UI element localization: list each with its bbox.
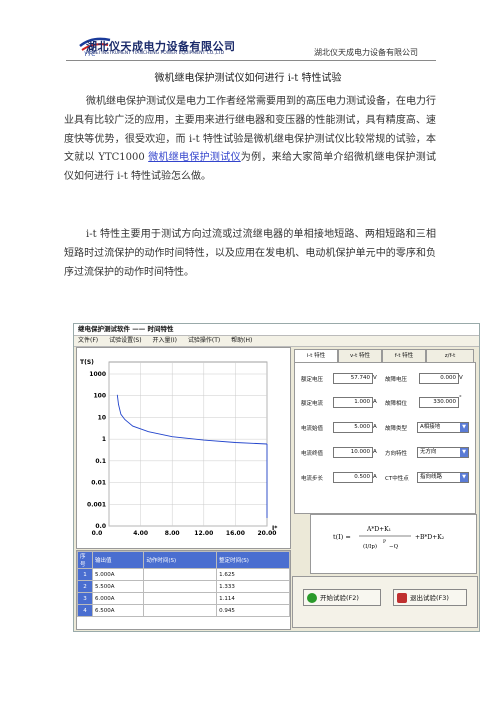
x-tick-label: 8.00 [165,530,180,537]
results-table: 序号 输出值 动作时间(S) 整定时间(S) 1 5.000A 1.625 2 5.5… [76,550,291,630]
formula-numerator: A*D+K₁ [366,526,391,533]
fault-angle-label: 故障相位 [385,401,408,407]
start-icon [307,593,317,603]
chevron-down-icon[interactable]: ▼ [460,423,468,432]
x-tick-label: 16.00 [226,530,245,537]
time-characteristic-chart: 1000 100 10 1 0.1 0.01 0.001 0.0 0.0 4.00 8.00 12.0… [76,347,291,549]
stop-icon [397,593,407,603]
formula-rhs: +B*D+K₂ [415,534,445,541]
x-axis-label: I* [272,525,278,532]
current-start-label: 电流始值 [301,426,324,432]
menu-file[interactable]: 文件(F) [78,337,98,344]
col-index: 序号 [77,551,93,569]
exit-test-label: 退出试验(F3) [410,594,449,602]
y-tick-label: 0.0 [95,523,106,530]
formula-den-base: (I/Ip) [363,543,377,550]
current-start-input[interactable]: 5.000 [333,422,373,433]
formula-den-tail: −Q [389,544,399,550]
direction-value: 无方向 [420,449,437,455]
current-step-unit: A [373,474,377,480]
y-tick-label: 1 [102,436,106,443]
product-link[interactable]: 微机继电保护测试仪 [148,152,241,163]
current-step-input[interactable]: 0.500 [333,472,373,483]
formula-box: t(I) = A*D+K₁ (I/Ip) P −Q +B*D+K₂ [310,514,477,574]
ct-polarity-value: 指向线路 [420,474,443,480]
y-tick-label: 0.01 [91,480,106,487]
fault-type-value: A相接地 [420,424,441,430]
x-tick-label: 0.0 [92,530,103,537]
rated-voltage-input[interactable]: 57.740 [333,373,373,384]
menu-test-settings[interactable]: 试验设置(S) [109,337,142,344]
paragraph-2-text: i-t 特性主要用于测试方向过流或过流继电器的单相接地短路、两相短路和三相短路时… [64,229,436,278]
fault-voltage-input[interactable]: 0.000 [419,373,459,384]
exit-test-button[interactable]: 退出试验(F3) [393,589,467,606]
col-action-time: 动作时间(S) [143,551,218,569]
parameter-panel: 额定电压 57.740 V 故障电压 0.000 V 额定电流 1.000 A … [294,362,476,514]
y-axis-label: T(S) [80,359,94,366]
chevron-down-icon[interactable]: ▼ [460,473,468,482]
formula-lhs: t(I) = [333,533,351,541]
current-end-label: 电流终值 [301,451,324,457]
y-tick-label: 1000 [89,371,106,378]
menu-binary-input[interactable]: 开入量(I) [152,337,176,344]
current-end-input[interactable]: 10.000 [333,447,373,458]
table-row[interactable]: 2 5.500A 1.333 [77,580,290,593]
x-tick-label: 12.00 [194,530,213,537]
y-tick-label: 10 [98,414,106,421]
software-screenshot: 继电保护测试软件 —— 时间特性 文件(F) 试验设置(S) 开入量(I) 试验… [73,323,480,632]
fault-voltage-label: 故障电压 [385,377,408,383]
header-right-text: 湖北仪天成电力设备有限公司 [314,48,418,57]
fault-type-label: 故障类型 [385,426,408,432]
ct-polarity-select[interactable]: 指向线路 ▼ [417,472,469,483]
formula-den-power: P [383,539,386,545]
rated-current-unit: A [373,399,377,405]
fault-angle-unit: ° [459,395,462,401]
current-step-label: 电流步长 [301,476,324,482]
paragraph-2: i-t 特性主要用于测试方向过流或过流继电器的单相接地短路、两相短路和三相短路时… [64,226,436,282]
window-title: 继电保护测试软件 —— 时间特性 [74,324,479,336]
direction-label: 方向特性 [385,451,408,457]
y-tick-label: 0.1 [95,458,106,465]
start-test-button[interactable]: 开始试验(F2) [303,589,381,606]
tab-v-t[interactable]: v-t 特性 [338,349,382,363]
rated-current-label: 额定电流 [301,401,324,407]
rated-voltage-unit: V [373,375,377,381]
table-row[interactable]: 4 6.500A 0.945 [77,604,290,617]
current-end-unit: A [373,449,377,455]
direction-select[interactable]: 无方向 ▼ [417,447,469,458]
table-header-row: 序号 输出值 动作时间(S) 整定时间(S) [77,551,290,569]
fault-angle-input[interactable]: 330.000 [419,397,459,408]
rated-current-input[interactable]: 1.000 [333,397,373,408]
y-tick-label: 100 [93,393,106,400]
fault-type-select[interactable]: A相接地 ▼ [417,422,469,433]
chevron-down-icon[interactable]: ▼ [460,448,468,457]
doc-title: 微机继电保护测试仪如何进行 i-t 特性试验 [154,73,342,84]
rated-voltage-label: 额定电压 [301,377,324,383]
paragraph-1: 微机继电保护测试仪是电力工作者经常需要用到的高压电力测试设备，在电力行业具有比较… [64,93,436,187]
tab-f-t[interactable]: f-t 特性 [382,349,426,363]
plot-area [108,361,268,527]
col-output: 输出值 [91,551,145,569]
tab-i-t[interactable]: i-t 特性 [294,349,338,362]
y-tick-label: 0.001 [87,501,106,508]
ct-polarity-label: CT中性点 [385,476,409,482]
table-row[interactable]: 3 6.000A 1.114 [77,592,290,605]
current-start-unit: A [373,424,377,430]
table-row[interactable]: 1 5.000A 1.625 [77,568,290,581]
menu-test-operation[interactable]: 试验操作(T) [188,337,220,344]
chart-svg: 1000 100 10 1 0.1 0.01 0.001 0.00.0 4.00 8.00 12.0… [80,359,278,537]
tab-z-f-t[interactable]: z/f-t [426,349,474,363]
fault-voltage-unit: V [459,375,463,381]
menu-help[interactable]: 帮助(H) [231,337,252,344]
company-name-en: HUBEI INSTRUMENT TIANCHENG POWER EQUIPME… [86,51,225,56]
button-area: 开始试验(F2) 退出试验(F3) [292,576,478,628]
formula-svg: t(I) = A*D+K₁ (I/Ip) P −Q +B*D+K₂ [333,526,445,550]
x-tick-label: 4.00 [133,530,148,537]
menu-bar: 文件(F) 试验设置(S) 开入量(I) 试验操作(T) 帮助(H) [74,336,479,347]
start-test-label: 开始试验(F2) [320,594,359,602]
col-setting-time: 整定时间(S) [216,551,290,569]
